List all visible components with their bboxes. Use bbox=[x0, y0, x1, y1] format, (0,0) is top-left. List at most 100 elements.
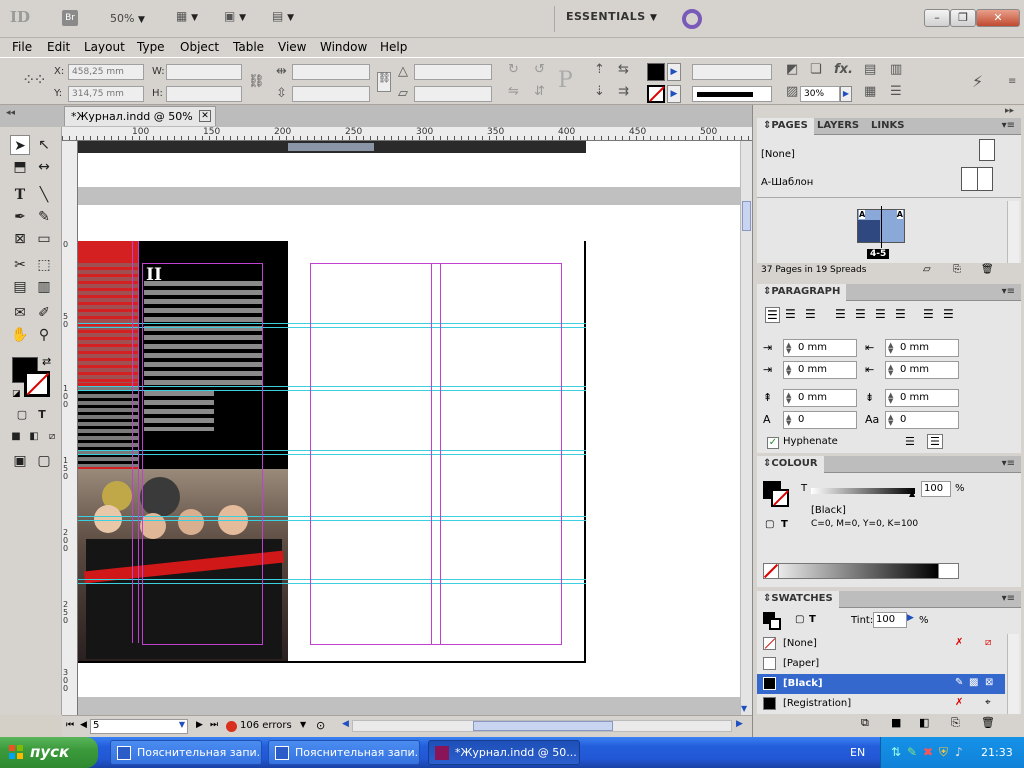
swatch-row-registration[interactable]: [Registration] ✗ ⌖ bbox=[757, 694, 1005, 714]
stroke-swatch[interactable] bbox=[647, 85, 665, 103]
minimize-button[interactable]: – bbox=[924, 9, 950, 27]
select-next-icon[interactable]: ⇉ bbox=[618, 84, 629, 99]
opacity-menu-button[interactable]: ▶ bbox=[840, 86, 852, 102]
view-options-icon[interactable]: ▦ ▼ bbox=[176, 9, 198, 29]
fill-swatch[interactable] bbox=[647, 63, 665, 81]
page-number-field[interactable]: 5 ▼ bbox=[90, 719, 188, 734]
default-fill-stroke-icon[interactable]: ◪ bbox=[12, 389, 21, 399]
preflight-status[interactable]: 106 errors bbox=[240, 720, 292, 731]
restore-button[interactable]: ❐ bbox=[950, 9, 976, 27]
a-master[interactable]: A-Шаблон bbox=[761, 177, 813, 188]
constrain-scale-icon[interactable]: ⛓ bbox=[377, 72, 391, 92]
panel-menu-icon[interactable]: ▾≡ bbox=[1002, 593, 1015, 604]
text-wrap-jump-icon[interactable]: ☰ bbox=[890, 84, 902, 99]
drop-cap-chars-field[interactable]: ▲ ▼ 0 bbox=[885, 411, 959, 429]
colour-text-icon[interactable]: T bbox=[781, 519, 788, 530]
menu-help[interactable]: Help bbox=[380, 40, 407, 54]
slider-handle-icon[interactable]: ▲ bbox=[909, 489, 915, 498]
none-swatch[interactable] bbox=[763, 563, 779, 579]
left-indent-field[interactable]: ▲ ▼ 0 mm bbox=[783, 339, 857, 357]
swatch-container-icon[interactable]: ▢ bbox=[795, 614, 804, 625]
close-tab-icon[interactable]: ✕ bbox=[199, 110, 211, 122]
text-wrap-none-icon[interactable]: ▤ bbox=[864, 62, 876, 77]
rotate-cw-icon[interactable]: ↻ bbox=[508, 62, 519, 77]
open-document-icon[interactable]: ⊙ bbox=[316, 719, 325, 732]
edit-page-size-icon[interactable]: ▱ bbox=[923, 264, 931, 275]
scroll-right-icon[interactable]: ▶ bbox=[736, 719, 743, 729]
preview-mode-icon[interactable]: ▢ bbox=[34, 451, 54, 471]
screen-mode-icon[interactable]: ▣ ▼ bbox=[224, 9, 246, 29]
right-indent-field[interactable]: ▲ ▼ 0 mm bbox=[885, 339, 959, 357]
stroke-menu-button[interactable]: ▶ bbox=[667, 85, 681, 103]
panel-menu-icon[interactable]: ▾≡ bbox=[1002, 286, 1015, 297]
no-baseline-grid-icon[interactable]: ☰ bbox=[905, 435, 915, 448]
align-away-spine-icon[interactable]: ☰ bbox=[943, 307, 954, 321]
first-line-indent-field[interactable]: ▲ ▼ 0 mm bbox=[783, 361, 857, 379]
spread-thumbnail[interactable]: A A bbox=[857, 206, 905, 248]
menu-object[interactable]: Object bbox=[180, 40, 219, 54]
new-page-icon[interactable]: ⎘ bbox=[953, 264, 961, 275]
apply-color-icon[interactable]: ■ bbox=[6, 427, 26, 447]
show-all-swatches-icon[interactable]: ⧉ bbox=[861, 716, 869, 730]
scissors-tool-icon[interactable]: ✂ bbox=[10, 255, 30, 275]
pages-scrollbar[interactable] bbox=[1007, 201, 1019, 263]
swatches-scrollbar[interactable] bbox=[1007, 634, 1019, 714]
scroll-down-icon[interactable]: ▼ bbox=[741, 704, 747, 713]
scale-x-field[interactable] bbox=[292, 64, 370, 80]
vertical-scrollbar[interactable]: ▼ bbox=[740, 141, 752, 715]
formatting-text-icon[interactable]: T bbox=[32, 405, 52, 425]
first-page-icon[interactable]: ⏮ bbox=[66, 720, 74, 730]
align-baseline-grid-icon[interactable]: ☰ bbox=[927, 434, 943, 449]
align-center-icon[interactable]: ☰ bbox=[785, 307, 796, 321]
previous-page-icon[interactable]: ◀ bbox=[80, 720, 87, 730]
rotation-angle-field[interactable] bbox=[414, 64, 492, 80]
swatch-tint-field[interactable]: 100 bbox=[873, 612, 907, 628]
tab-pages[interactable]: ⇕PAGES bbox=[757, 118, 814, 135]
last-page-icon[interactable]: ⏭ bbox=[210, 720, 218, 730]
spinner-icon[interactable]: ▲ ▼ bbox=[786, 342, 791, 355]
taskbar-item-indesign[interactable]: *Журнал.indd @ 50... bbox=[428, 740, 580, 765]
text-wrap-shape-icon[interactable]: ▦ bbox=[864, 84, 876, 99]
show-gradient-swatches-icon[interactable]: ◧ bbox=[919, 716, 929, 729]
tray-alert-icon[interactable]: ✖ bbox=[923, 745, 933, 759]
spinner-icon[interactable]: ▲ ▼ bbox=[888, 342, 893, 355]
flip-horizontal-icon[interactable]: ⇋ bbox=[508, 84, 519, 99]
language-indicator[interactable]: EN bbox=[850, 746, 865, 759]
new-swatch-icon[interactable]: ⎘ bbox=[951, 716, 960, 730]
scroll-thumb[interactable] bbox=[473, 721, 613, 731]
spinner-icon[interactable]: ▲ ▼ bbox=[786, 392, 791, 405]
swatch-row-paper[interactable]: [Paper] bbox=[757, 654, 1005, 674]
page-tool-icon[interactable]: ⬒ bbox=[10, 157, 30, 177]
scale-y-field[interactable] bbox=[292, 86, 370, 102]
align-toward-spine-icon[interactable]: ☰ bbox=[923, 307, 934, 321]
workspace-switcher[interactable]: ESSENTIALS ▼ bbox=[566, 10, 657, 23]
spinner-icon[interactable]: ▲ ▼ bbox=[888, 392, 893, 405]
spinner-icon[interactable]: ▲ ▼ bbox=[786, 414, 791, 427]
start-button[interactable]: пуск bbox=[0, 737, 98, 768]
horizontal-scrollbar[interactable] bbox=[352, 720, 732, 732]
none-master-thumbnail[interactable] bbox=[979, 139, 995, 161]
menu-window[interactable]: Window bbox=[320, 40, 367, 54]
tint-field[interactable]: 100 bbox=[921, 481, 951, 497]
tab-links[interactable]: LINKS bbox=[865, 118, 910, 135]
drop-cap-lines-field[interactable]: ▲ ▼ 0 bbox=[783, 411, 857, 429]
next-page-icon[interactable]: ▶ bbox=[196, 720, 203, 730]
constrain-proportions-icon[interactable]: ⛓ bbox=[248, 74, 265, 89]
pencil-tool-icon[interactable]: ✎ bbox=[34, 207, 54, 227]
rectangle-frame-tool-icon[interactable]: ⊠ bbox=[10, 229, 30, 249]
delete-page-icon[interactable]: 🗑 bbox=[981, 264, 994, 275]
flip-vertical-icon[interactable]: ⇵ bbox=[534, 84, 545, 99]
swatch-text-icon[interactable]: T bbox=[809, 614, 816, 625]
opacity-field[interactable]: 30% bbox=[800, 86, 840, 102]
menu-file[interactable]: File bbox=[12, 40, 32, 54]
preflight-menu-icon[interactable]: ▼ bbox=[300, 720, 306, 729]
line-tool-icon[interactable]: ╲ bbox=[34, 185, 54, 205]
scroll-thumb[interactable] bbox=[742, 201, 751, 231]
tab-paragraph[interactable]: ⇕PARAGRAPH bbox=[757, 284, 847, 301]
justify-all-icon[interactable]: ☰ bbox=[895, 307, 906, 321]
none-master[interactable]: [None] bbox=[761, 149, 795, 160]
arrange-documents-icon[interactable]: ▤ ▼ bbox=[272, 9, 294, 29]
stroke-color-icon[interactable] bbox=[24, 371, 50, 397]
select-content-icon[interactable]: ⇣ bbox=[594, 84, 605, 99]
fx-icon[interactable]: fx. bbox=[834, 62, 853, 77]
